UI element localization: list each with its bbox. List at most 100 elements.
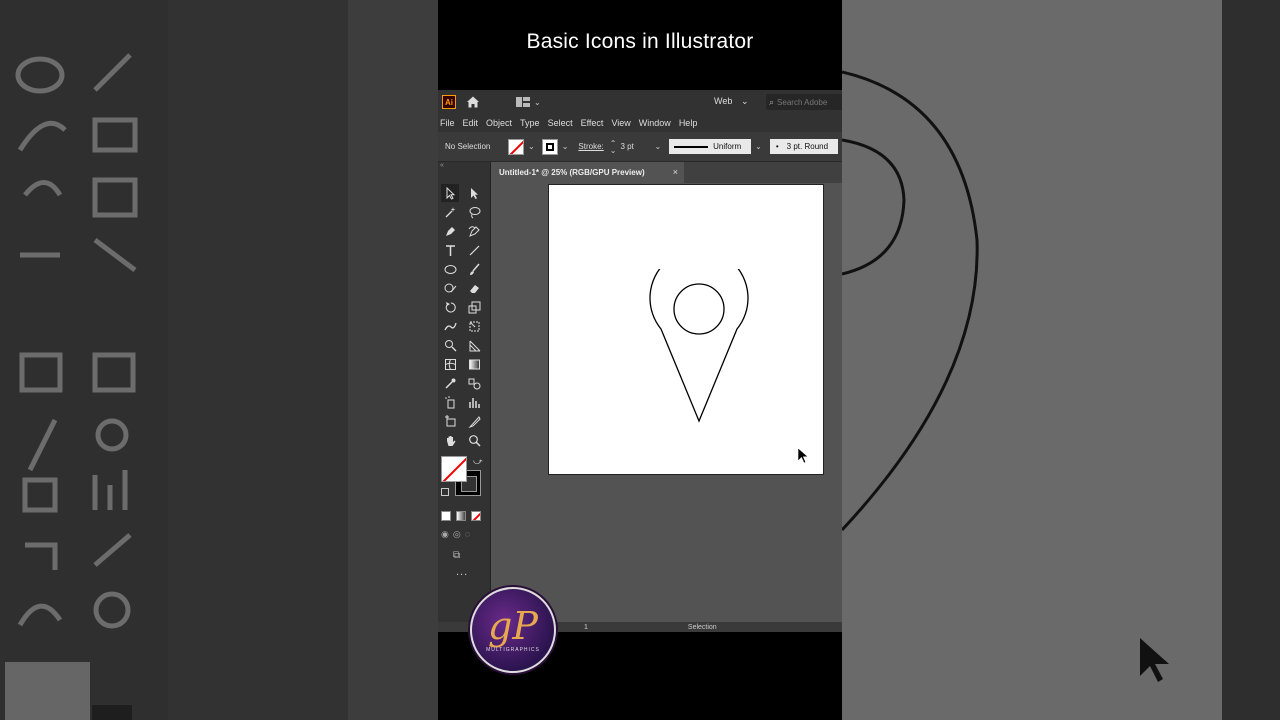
scale-tool-icon[interactable] (465, 298, 483, 316)
home-icon[interactable] (466, 95, 480, 109)
artboard[interactable] (548, 184, 824, 475)
screen-mode-icon[interactable]: ⧉ (453, 550, 460, 561)
collapse-panel-icon[interactable]: « (440, 162, 444, 169)
none-mode-icon[interactable] (471, 511, 481, 521)
direct-selection-tool-icon[interactable] (465, 184, 483, 202)
symbol-sprayer-tool-icon[interactable] (441, 393, 459, 411)
video-title: Basic Icons in Illustrator (526, 30, 754, 53)
fill-stroke-widget[interactable]: ⤻ (441, 456, 485, 500)
logo-subtitle: MULTIGRAPHICS (486, 647, 540, 653)
chevron-down-icon[interactable]: ⌄ (741, 96, 749, 107)
document-tab-title: Untitled-1* @ 25% (RGB/GPU Preview) (499, 168, 645, 177)
draw-normal-icon[interactable]: ◉ (441, 529, 449, 540)
line-tool-icon[interactable] (465, 241, 483, 259)
rotate-tool-icon[interactable] (441, 298, 459, 316)
status-tool-label: Selection (687, 623, 717, 631)
logo-mark: gP (488, 604, 538, 648)
menu-select[interactable]: Select (548, 118, 579, 128)
menu-bar: File Edit Object Type Select Effect View… (438, 114, 842, 132)
menu-help[interactable]: Help (679, 118, 704, 128)
document-tab-bar: Untitled-1* @ 25% (RGB/GPU Preview) × (492, 162, 842, 183)
chevron-down-icon[interactable]: ⌄ (528, 142, 535, 151)
illustrator-window: Ai ⌄ Web ⌄ ⌕ Search Adobe File Edit Obje… (438, 90, 842, 632)
chevron-down-icon[interactable]: ⌄ (755, 142, 762, 151)
background-left (0, 0, 438, 720)
artboard-navigation[interactable]: 1 (584, 624, 588, 631)
menu-effect[interactable]: Effect (581, 118, 610, 128)
eyedropper-tool-icon[interactable] (441, 374, 459, 392)
control-bar: No Selection ⌄ ⌄ Stroke: ⌃ ⌄ 3 pt ⌄ Unifo… (438, 132, 842, 162)
artboard-tool-icon[interactable] (441, 412, 459, 430)
hand-tool-icon[interactable] (441, 431, 459, 449)
shaper-tool-icon[interactable] (441, 279, 459, 297)
lasso-tool-icon[interactable] (465, 203, 483, 221)
selection-tool-icon[interactable] (441, 184, 459, 202)
tools-panel: « ⤻ ◉ ◎ ◌ ⧉ ... (438, 162, 491, 632)
canvas-area[interactable] (492, 183, 842, 623)
ellipse-tool-icon[interactable] (441, 260, 459, 278)
selection-status: No Selection (445, 142, 491, 151)
mesh-tool-icon[interactable] (441, 355, 459, 373)
paintbrush-tool-icon[interactable] (465, 260, 483, 278)
gradient-mode-icon[interactable] (456, 511, 466, 521)
fill-none-swatch[interactable] (441, 456, 467, 482)
menu-object[interactable]: Object (486, 118, 518, 128)
stroke-stepper-icon[interactable]: ⌃ ⌄ (610, 139, 617, 154)
pen-tool-icon[interactable] (441, 222, 459, 240)
channel-logo: gP MULTIGRAPHICS (470, 587, 556, 673)
perspective-grid-tool-icon[interactable] (465, 336, 483, 354)
curvature-tool-icon[interactable] (465, 222, 483, 240)
free-transform-tool-icon[interactable] (465, 317, 483, 335)
document-tab[interactable]: Untitled-1* @ 25% (RGB/GPU Preview) × (492, 162, 684, 183)
zoom-tool-icon[interactable] (465, 431, 483, 449)
fill-swatch-none[interactable] (508, 138, 524, 155)
default-fill-stroke-icon[interactable] (441, 488, 449, 496)
brush-definition-select[interactable]: • 3 pt. Round (769, 139, 838, 154)
workspace-switcher[interactable]: Web (714, 96, 732, 106)
draw-behind-icon[interactable]: ◎ (453, 529, 461, 540)
app-bar: Ai ⌄ Web ⌄ ⌕ Search Adobe (438, 90, 842, 114)
chevron-down-icon[interactable]: ⌄ (654, 142, 661, 151)
close-icon[interactable]: × (673, 167, 678, 177)
stroke-label[interactable]: Stroke: (578, 142, 603, 151)
color-mode-row (441, 511, 481, 521)
variable-width-profile-select[interactable]: Uniform (669, 139, 752, 154)
stroke-swatch[interactable] (541, 138, 558, 155)
profile-line-preview (674, 145, 709, 148)
draw-mode-row: ◉ ◎ ◌ (441, 529, 470, 540)
blurred-cursor-icon (1140, 638, 1169, 682)
brush-label: 3 pt. Round (786, 142, 829, 151)
draw-inside-icon[interactable]: ◌ (465, 529, 470, 540)
chevron-down-icon[interactable]: ⌄ (534, 98, 541, 107)
search-input[interactable]: ⌕ Search Adobe (766, 94, 842, 110)
column-graph-tool-icon[interactable] (465, 393, 483, 411)
slice-tool-icon[interactable] (465, 412, 483, 430)
stroke-weight-field[interactable]: 3 pt (620, 142, 650, 151)
blend-tool-icon[interactable] (465, 374, 483, 392)
menu-view[interactable]: View (611, 118, 636, 128)
mouse-cursor-icon (797, 447, 809, 464)
location-pin-artwork[interactable] (649, 269, 749, 423)
eraser-tool-icon[interactable] (465, 279, 483, 297)
video-frame: Basic Icons in Illustrator Ai ⌄ Web ⌄ ⌕ … (438, 0, 842, 720)
blurred-pin-outline (842, 70, 979, 532)
edit-toolbar-icon[interactable]: ... (456, 566, 468, 578)
color-mode-icon[interactable] (441, 511, 451, 521)
type-tool-icon[interactable] (441, 241, 459, 259)
chevron-down-icon[interactable]: ⌄ (562, 142, 569, 151)
warp-tool-icon[interactable] (441, 317, 459, 335)
menu-file[interactable]: File (440, 118, 461, 128)
shape-builder-tool-icon[interactable] (441, 336, 459, 354)
swap-fill-stroke-icon[interactable]: ⤻ (473, 456, 483, 467)
menu-window[interactable]: Window (639, 118, 677, 128)
menu-edit[interactable]: Edit (463, 118, 485, 128)
gradient-tool-icon[interactable] (465, 355, 483, 373)
arrange-documents-icon[interactable] (516, 97, 530, 107)
brush-dot-icon: • (775, 142, 779, 151)
magic-wand-tool-icon[interactable] (441, 203, 459, 221)
search-placeholder: Search Adobe (777, 97, 828, 107)
menu-type[interactable]: Type (520, 118, 546, 128)
blurred-tool-icons (5, 53, 138, 720)
illustrator-logo: Ai (442, 95, 456, 109)
profile-label: Uniform (713, 142, 742, 151)
